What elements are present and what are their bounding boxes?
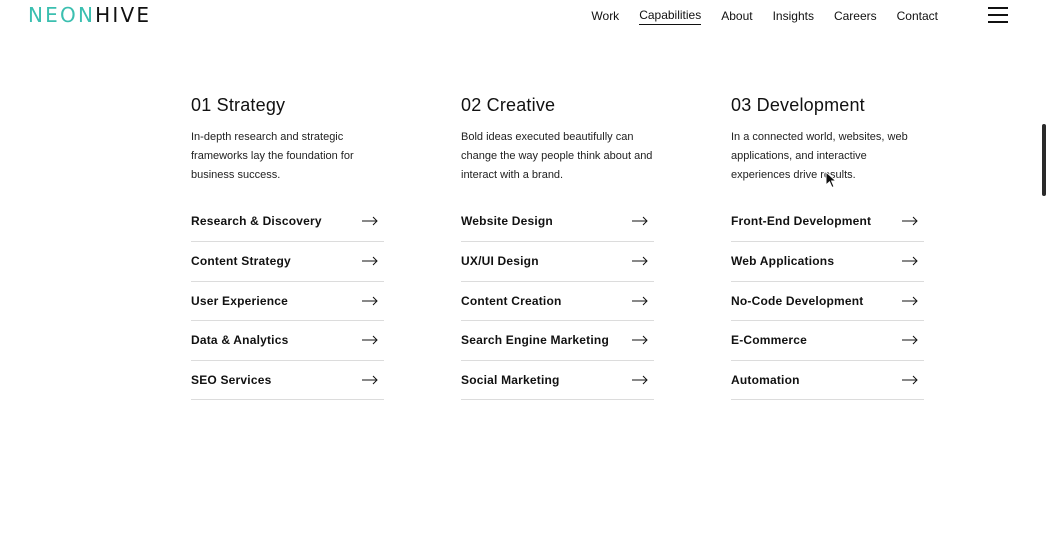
column-description: In-depth research and strategic framewor… xyxy=(191,131,354,181)
capability-column-strategy: 01 Strategy In-depth research and strate… xyxy=(191,94,384,401)
link-label: User Experience xyxy=(191,293,289,308)
arrow-right-icon xyxy=(902,256,918,266)
arrow-right-icon xyxy=(632,216,648,226)
arrow-right-icon xyxy=(362,256,378,266)
site-header: NEONHIVE Work Capabilities About Insight… xyxy=(0,0,1046,30)
link-label: Automation xyxy=(731,372,800,387)
link-item[interactable]: Research & Discovery xyxy=(191,208,384,242)
arrow-right-icon xyxy=(632,296,648,305)
capability-column-creative: 02 Creative Bold ideas executed beautifu… xyxy=(461,94,654,401)
link-label: No-Code Development xyxy=(731,293,864,308)
link-label: E-Commerce xyxy=(731,333,808,348)
arrow-right-icon xyxy=(902,296,918,305)
arrow-right-icon xyxy=(362,216,378,226)
arrow-right-icon xyxy=(632,335,648,345)
logo[interactable]: NEONHIVE xyxy=(28,3,151,27)
link-item[interactable]: Website Design xyxy=(461,208,654,242)
nav-link-insights[interactable]: Insights xyxy=(773,9,814,25)
link-item[interactable]: Web Applications xyxy=(731,242,924,282)
link-label: Content Strategy xyxy=(191,254,291,268)
link-list: Website Design UX/UI Design Content Crea… xyxy=(461,208,654,401)
link-label: Front-End Development xyxy=(731,214,872,228)
link-list: Research & Discovery Content Strategy Us… xyxy=(191,208,384,401)
arrow-right-icon xyxy=(902,375,918,385)
link-label: UX/UI Design xyxy=(461,254,539,268)
column-title: 02 Creative xyxy=(461,95,556,115)
page: NEONHIVE Work Capabilities About Insight… xyxy=(0,0,1046,554)
link-item[interactable]: Social Marketing xyxy=(461,361,654,401)
link-item[interactable]: User Experience xyxy=(191,282,384,322)
link-list: Front-End Development Web Applications N… xyxy=(731,208,924,401)
link-label: SEO Services xyxy=(191,372,272,387)
link-item[interactable]: Search Engine Marketing xyxy=(461,321,654,361)
hamburger-icon[interactable] xyxy=(988,6,1008,24)
arrow-right-icon xyxy=(362,375,378,385)
link-item[interactable]: SEO Services xyxy=(191,361,384,401)
nav-link-about[interactable]: About xyxy=(721,9,752,25)
link-label: Web Applications xyxy=(731,254,835,268)
column-title: 01 Strategy xyxy=(191,95,286,115)
link-item[interactable]: Content Creation xyxy=(461,282,654,322)
link-label: Data & Analytics xyxy=(191,333,289,348)
nav-link-capabilities[interactable]: Capabilities xyxy=(639,8,702,25)
nav-link-contact[interactable]: Contact xyxy=(897,9,938,25)
link-item[interactable]: Automation xyxy=(731,361,924,401)
link-label: Content Creation xyxy=(461,293,562,308)
link-label: Website Design xyxy=(461,214,553,228)
link-label: Search Engine Marketing xyxy=(461,333,609,348)
arrow-right-icon xyxy=(902,335,918,345)
nav-link-careers[interactable]: Careers xyxy=(834,9,877,25)
link-item[interactable]: Content Strategy xyxy=(191,242,384,282)
link-label: Research & Discovery xyxy=(191,214,322,228)
link-item[interactable]: UX/UI Design xyxy=(461,242,654,282)
link-item[interactable]: E-Commerce xyxy=(731,321,924,361)
column-description: Bold ideas executed beautifully can chan… xyxy=(461,131,653,181)
nav-link-work[interactable]: Work xyxy=(591,9,619,25)
link-item[interactable]: Front-End Development xyxy=(731,208,924,242)
logo-hive: HIVE xyxy=(95,3,152,27)
link-item[interactable]: No-Code Development xyxy=(731,282,924,322)
arrow-right-icon xyxy=(362,296,378,305)
scrollbar-thumb[interactable] xyxy=(1042,124,1046,196)
arrow-right-icon xyxy=(632,375,648,385)
main-nav: Work Capabilities About Insights Careers… xyxy=(591,8,938,25)
arrow-right-icon xyxy=(362,335,378,345)
link-label: Social Marketing xyxy=(461,372,560,387)
logo-neon: NEON xyxy=(28,3,96,27)
column-title: 03 Development xyxy=(731,95,865,115)
mouse-cursor-icon xyxy=(825,171,837,189)
arrow-right-icon xyxy=(632,256,648,266)
arrow-right-icon xyxy=(902,216,918,226)
link-item[interactable]: Data & Analytics xyxy=(191,321,384,361)
